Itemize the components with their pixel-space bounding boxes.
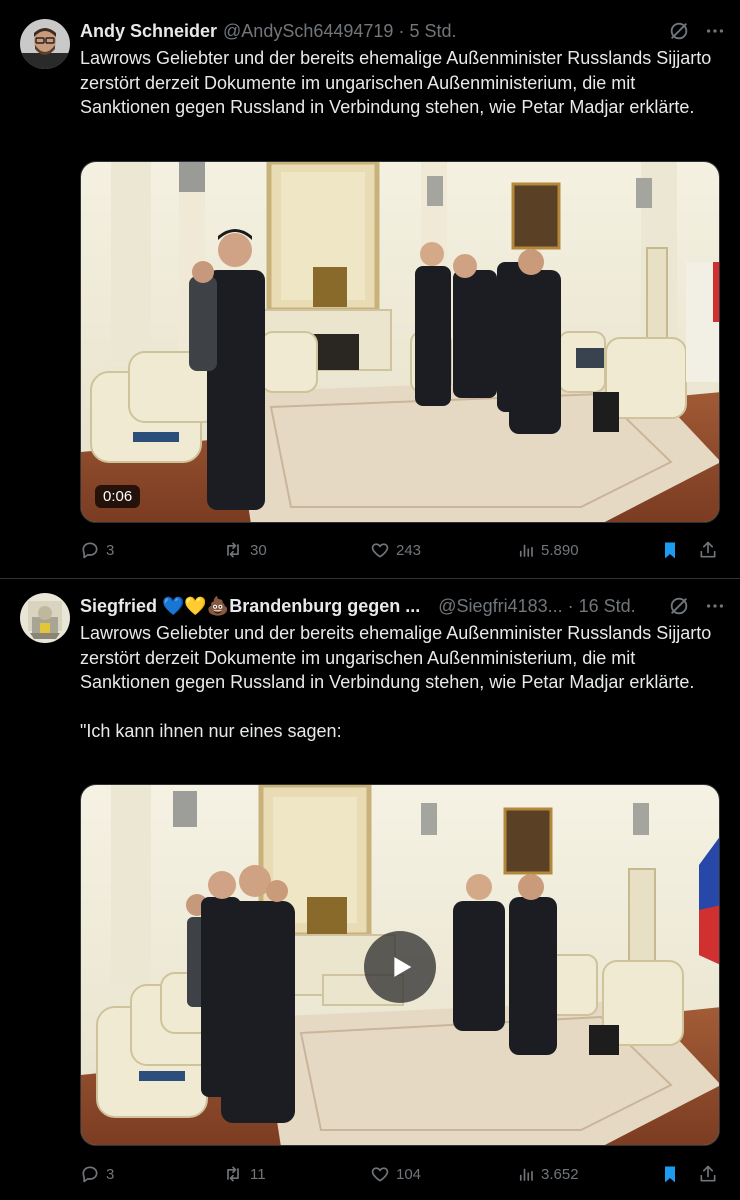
- header-actions: [668, 593, 726, 619]
- author-name[interactable]: Siegfried 💙💛💩Brandenburg gegen ...: [80, 596, 420, 617]
- avatar[interactable]: [20, 19, 70, 69]
- bookmark-icon: [665, 542, 675, 559]
- like-button[interactable]: 243: [370, 538, 421, 562]
- tweet-header: Siegfried 💙💛💩Brandenburg gegen ... @Sieg…: [80, 593, 726, 619]
- author-handle[interactable]: @AndySch64494719: [223, 21, 393, 42]
- avatar-photo: [20, 593, 70, 643]
- repost-button[interactable]: 11: [222, 1162, 266, 1186]
- views-icon: [519, 1168, 533, 1181]
- reply-button[interactable]: 3: [80, 1162, 114, 1186]
- tweet-paragraph: Lawrows Geliebter und der bereits ehemal…: [80, 48, 712, 117]
- separator-dot: ·: [398, 20, 405, 41]
- avatar-photo: [20, 19, 70, 69]
- views-button[interactable]: 3.652: [517, 1162, 579, 1186]
- tweet-actions: 3 11 104 3.652: [80, 1162, 720, 1186]
- repost-button[interactable]: 30: [222, 538, 267, 562]
- bookmark-icon: [665, 1166, 675, 1183]
- like-icon: [371, 1167, 389, 1182]
- tweet-text: Lawrows Geliebter und der bereits ehemal…: [80, 46, 720, 120]
- avatar[interactable]: [20, 593, 70, 643]
- like-button[interactable]: 104: [370, 1162, 421, 1186]
- bookmark-button[interactable]: [660, 1162, 680, 1186]
- grok-icon[interactable]: [668, 595, 690, 617]
- author-handle[interactable]: @Siegfri4183...: [438, 596, 562, 617]
- like-count: 104: [396, 1165, 422, 1183]
- repost-count: 30: [250, 541, 267, 559]
- grok-icon[interactable]: [668, 20, 690, 42]
- tweet-text: Lawrows Geliebter und der bereits ehemal…: [80, 621, 720, 743]
- reply-count: 3: [106, 1165, 115, 1183]
- bookmark-button[interactable]: [660, 538, 680, 562]
- timestamp[interactable]: 16 Std.: [579, 596, 636, 617]
- tweet-paragraph: "Ich kann ihnen nur eines sagen:: [80, 720, 342, 741]
- views-count: 3.652: [541, 1165, 579, 1183]
- views-icon: [519, 544, 533, 557]
- share-icon: [700, 1165, 716, 1182]
- author-name[interactable]: Andy Schneider: [80, 21, 217, 42]
- views-button[interactable]: 5.890: [517, 538, 579, 562]
- video-duration: 0:06: [95, 485, 141, 508]
- share-button[interactable]: [698, 1162, 718, 1186]
- share-button[interactable]: [698, 538, 718, 562]
- tweet-video[interactable]: [80, 784, 720, 1146]
- repost-count: 11: [250, 1165, 266, 1183]
- views-count: 5.890: [541, 541, 579, 559]
- tweet-header: Andy Schneider @AndySch64494719 · 5 Std.: [80, 18, 726, 44]
- reply-count: 3: [106, 541, 115, 559]
- timestamp[interactable]: 5 Std.: [409, 21, 456, 42]
- reply-button[interactable]: 3: [80, 538, 114, 562]
- tweet[interactable]: Andy Schneider @AndySch64494719 · 5 Std.…: [0, 0, 740, 578]
- tweet-actions: 3 30 243 5.890: [80, 538, 720, 562]
- repost-icon: [227, 542, 239, 558]
- separator-dot: ·: [567, 595, 574, 616]
- more-icon[interactable]: [704, 20, 726, 42]
- tweet[interactable]: Siegfried 💙💛💩Brandenburg gegen ... @Sieg…: [0, 579, 740, 1200]
- reply-icon: [82, 542, 98, 559]
- repost-icon: [227, 1166, 239, 1182]
- like-count: 243: [396, 541, 422, 559]
- share-icon: [700, 541, 716, 558]
- reply-icon: [82, 1166, 98, 1183]
- play-icon: [394, 957, 412, 977]
- video-frame: [81, 162, 719, 522]
- more-icon[interactable]: [704, 595, 726, 617]
- tweet-video[interactable]: 0:06: [80, 161, 720, 523]
- header-actions: [668, 18, 726, 44]
- like-icon: [371, 543, 389, 558]
- play-button[interactable]: [364, 931, 436, 1003]
- tweet-paragraph: Lawrows Geliebter und der bereits ehemal…: [80, 623, 712, 692]
